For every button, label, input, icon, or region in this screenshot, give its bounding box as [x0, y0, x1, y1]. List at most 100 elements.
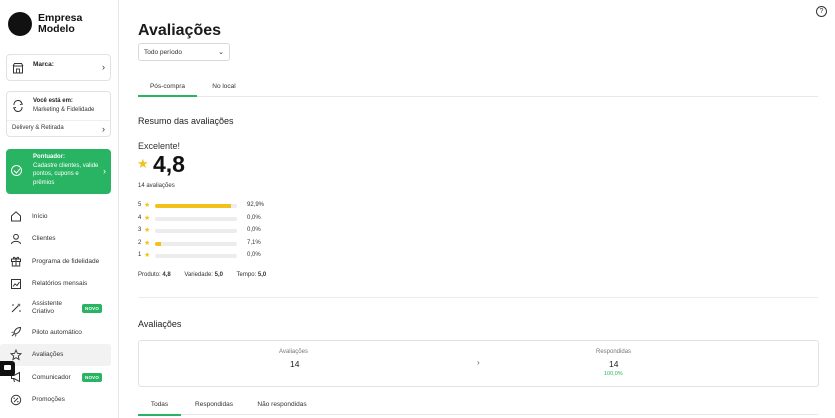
- sub-score-produto: Produto: 4,8: [138, 272, 171, 278]
- sub-score-label: Produto:: [138, 272, 161, 278]
- sidebar-item-relatorios-mensais[interactable]: Relatórios mensais: [0, 273, 119, 296]
- sidebar-nav: Início Clientes Programa de fidelidade R…: [0, 205, 119, 411]
- rating-bar: [155, 241, 237, 246]
- sidebar-item-inicio[interactable]: Início: [0, 205, 119, 228]
- brand-logo: [8, 12, 32, 36]
- sub-score-label: Tempo:: [236, 272, 257, 278]
- chevron-right-icon: ›: [102, 124, 105, 134]
- sidebar-item-label: Programa de fidelidade: [32, 257, 100, 265]
- tab-no-local[interactable]: No local: [197, 78, 251, 97]
- summary-section-title: Resumo das avaliações: [138, 116, 234, 126]
- star-icon: ★: [137, 156, 149, 171]
- page-title: Avaliações: [138, 22, 222, 39]
- star-level: 5: [138, 202, 142, 208]
- tab-label: Todas: [150, 401, 169, 408]
- new-badge: NOVO: [82, 373, 103, 382]
- tab-todas[interactable]: Todas: [138, 397, 181, 416]
- period-select-value: Todo período: [144, 49, 182, 56]
- percent-icon: [10, 394, 22, 405]
- rating-percent: 0,0%: [247, 252, 261, 258]
- brand-selector-card[interactable]: Marca: ›: [6, 54, 111, 81]
- rating-bar: [155, 254, 237, 258]
- reviews-count: 14 avaliações: [138, 183, 175, 189]
- chevron-right-icon: ›: [102, 62, 105, 72]
- help-icon[interactable]: ?: [816, 6, 827, 17]
- brand[interactable]: Empresa Modelo: [8, 12, 98, 36]
- sub-scores: Produto: 4,8 Variedade: 5,0 Tempo: 5,0: [138, 272, 278, 278]
- star-level: 4: [138, 214, 142, 221]
- star-icon: ★: [144, 239, 151, 247]
- chevron-right-icon: ›: [477, 358, 480, 367]
- magic-icon: [11, 303, 21, 313]
- tab-pos-compra[interactable]: Pós-compra: [138, 78, 197, 97]
- location-channel[interactable]: Delivery & Retirada: [12, 125, 64, 131]
- rating-percent: 7,1%: [247, 239, 261, 246]
- star-icon: [10, 348, 22, 361]
- pontuador-title: Pontuador:: [33, 154, 65, 160]
- star-icon: ★: [144, 202, 151, 209]
- answered-value: 14: [609, 359, 619, 369]
- rating-percent: 0,0%: [247, 227, 261, 233]
- gift-icon: [11, 257, 21, 267]
- answered-percent: 100,0%: [604, 371, 623, 377]
- sidebar-item-comunicador[interactable]: Comunicador NOVO: [0, 366, 119, 389]
- star-icon: ★: [144, 227, 151, 234]
- location-title: Você está em:: [33, 98, 73, 104]
- location-card[interactable]: Você está em: Marketing & Fidelidade Del…: [6, 91, 111, 137]
- sidebar-item-promocoes[interactable]: Promoções: [0, 389, 119, 412]
- tab-label: No local: [212, 83, 236, 90]
- chat-icon[interactable]: [0, 361, 15, 376]
- average-score: 4,8: [153, 151, 185, 177]
- pontuador-description: Cadastre clientes, valide pontos, cupons…: [33, 163, 99, 186]
- rating-bar: [155, 229, 237, 233]
- check-circle-icon: [11, 165, 22, 176]
- rating-bar-fill: [155, 204, 232, 208]
- star-level: 2: [138, 239, 142, 246]
- period-select[interactable]: Todo período ⌄: [138, 43, 230, 61]
- sidebar-item-assistente-criativo[interactable]: Assistente Criativo NOVO: [0, 295, 119, 321]
- chevron-right-icon: ›: [103, 166, 106, 176]
- sub-score-value: 5,0: [214, 272, 223, 278]
- sidebar-item-piloto-automatico[interactable]: Piloto automático: [0, 321, 119, 344]
- sidebar-item-label: Clientes: [32, 235, 56, 243]
- brand-name: Empresa Modelo: [38, 12, 83, 35]
- sidebar-item-programa-de-fidelidade[interactable]: Programa de fidelidade: [0, 250, 119, 273]
- store-icon: [12, 63, 24, 74]
- user-icon: [11, 233, 21, 244]
- sidebar-item-clientes[interactable]: Clientes: [0, 228, 119, 251]
- reviews-filter-tabs: Todas Respondidas Não respondidas: [138, 397, 818, 416]
- star-level: 3: [138, 227, 142, 233]
- tab-label: Pós-compra: [149, 83, 186, 90]
- sub-score-value: 4,8: [162, 272, 171, 278]
- rating-bar: [155, 216, 237, 221]
- total-reviews-value: 14: [290, 359, 300, 369]
- origin-tabs: Pós-compra No local: [138, 78, 818, 97]
- sub-score-tempo: Tempo: 5,0: [237, 272, 267, 278]
- sidebar-item-label: Assistente Criativo: [32, 300, 62, 315]
- reviews-stats: Avaliações 14 › Respondidas 14 100,0%: [138, 340, 819, 387]
- sidebar-item-label: Início: [32, 212, 48, 220]
- rating-bar: [155, 204, 237, 208]
- rating-bar-fill: [155, 241, 161, 246]
- location-module: Marketing & Fidelidade: [33, 107, 95, 113]
- star-icon: ★: [144, 214, 151, 222]
- reviews-section-title: Avaliações: [138, 319, 182, 329]
- brand-selector-label: Marca:: [33, 61, 54, 68]
- sidebar-item-label: Avaliações: [32, 351, 64, 359]
- tab-nao-respondidas[interactable]: Não respondidas: [252, 397, 312, 416]
- new-badge: NOVO: [82, 304, 103, 313]
- total-reviews-label: Avaliações: [279, 349, 308, 355]
- pontuador-card[interactable]: Pontuador: Cadastre clientes, valide pon…: [6, 149, 111, 194]
- star-icon: ★: [144, 252, 151, 259]
- rating-word: Excelente!: [138, 141, 181, 151]
- sub-score-value: 5,0: [257, 272, 267, 278]
- sidebar: Empresa Modelo Marca: › Você está em: Ma…: [0, 0, 119, 418]
- sidebar-item-avaliacoes[interactable]: Avaliações: [0, 343, 111, 366]
- tab-respondidas[interactable]: Respondidas: [188, 397, 240, 416]
- chevron-down-icon: ⌄: [218, 49, 224, 56]
- sub-score-variedade: Variedade: 5,0: [184, 272, 223, 278]
- answered-label: Respondidas: [596, 349, 632, 355]
- tab-label: Não respondidas: [257, 401, 307, 408]
- rating-percent: 92,9%: [247, 202, 265, 208]
- rocket-icon: [11, 327, 22, 337]
